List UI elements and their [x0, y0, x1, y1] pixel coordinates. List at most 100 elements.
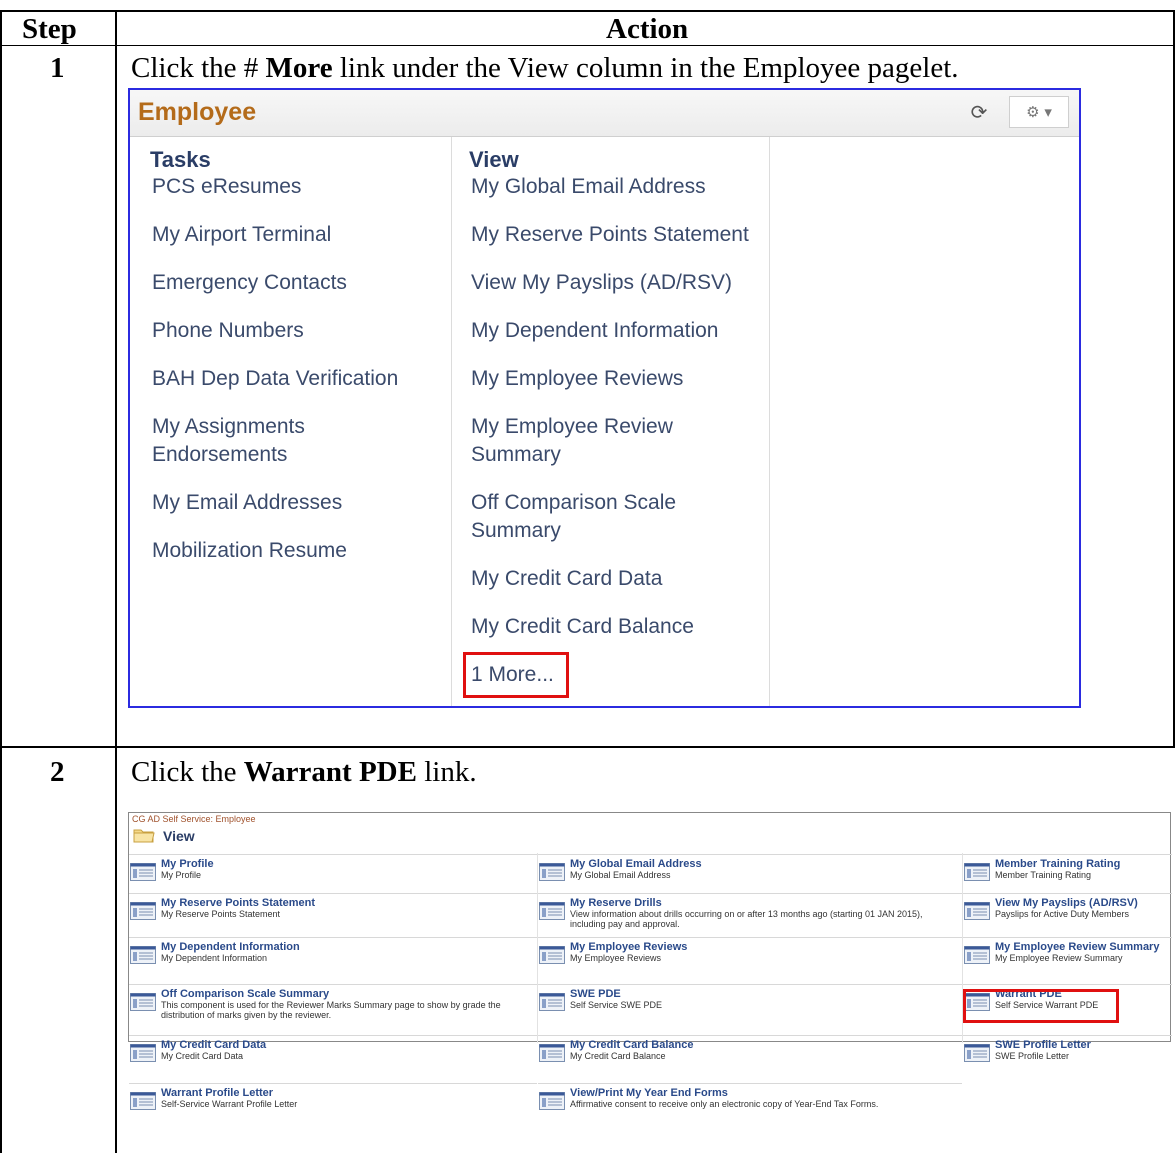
view-item-name[interactable]: My Profile: [161, 858, 214, 870]
task-link[interactable]: My Email Addresses: [152, 489, 442, 517]
refresh-icon[interactable]: ⟳: [967, 100, 991, 124]
view-item-name[interactable]: My Credit Card Data: [161, 1039, 266, 1051]
view-grid-item[interactable]: My Employee Reviews My Employee Reviews: [538, 937, 962, 980]
component-icon: [964, 1044, 990, 1062]
row1-bottom-border: [0, 746, 1175, 748]
gear-menu-icon[interactable]: ⚙ ▾: [1009, 96, 1069, 128]
view-item-name[interactable]: My Reserve Drills: [570, 897, 662, 909]
view-item-desc: My Employee Review Summary: [995, 953, 1123, 963]
view-item-name[interactable]: My Global Email Address: [570, 858, 702, 870]
breadcrumb: CG AD Self Service: Employee: [132, 814, 256, 824]
table-top-border: [0, 10, 1175, 12]
view-grid-item[interactable]: My Dependent Information My Dependent Inf…: [129, 937, 537, 980]
view-grid-item[interactable]: My Credit Card Data My Credit Card Data: [129, 1035, 537, 1079]
task-link[interactable]: BAH Dep Data Verification: [152, 365, 442, 393]
task-link[interactable]: PCS eResumes: [152, 173, 442, 201]
tasks-heading: Tasks: [150, 147, 211, 172]
view-item-name[interactable]: Member Training Rating: [995, 858, 1120, 870]
task-link[interactable]: My Assignments Endorsements: [152, 413, 332, 469]
component-icon: [130, 1092, 156, 1110]
view-grid-item[interactable]: My Reserve Drills View information about …: [538, 893, 962, 933]
view-grid-item[interactable]: SWE PDE Self Service SWE PDE: [538, 984, 962, 1031]
view-item-desc: My Dependent Information: [161, 953, 268, 963]
view-item-desc: My Profile: [161, 870, 202, 880]
header-bottom-border: [0, 45, 1175, 46]
view-link[interactable]: My Credit Card Data: [471, 565, 761, 593]
instruction-2: Click the Warrant PDE link.: [131, 756, 477, 789]
view-heading: View: [469, 147, 519, 172]
view-item-desc: Affirmative consent to receive only an e…: [570, 1099, 879, 1109]
column-separator: [451, 137, 452, 706]
view-page-screenshot: CG AD Self Service: Employee View My Pro…: [128, 812, 1172, 1110]
component-icon: [130, 993, 156, 1011]
view-item-name[interactable]: View My Payslips (AD/RSV): [995, 897, 1138, 909]
view-grid-item[interactable]: My Profile My Profile: [129, 854, 537, 889]
view-link[interactable]: My Reserve Points Statement: [471, 221, 761, 249]
view-item-desc: Self-Service Warrant Profile Letter: [161, 1099, 298, 1109]
view-item-name[interactable]: My Credit Card Balance: [570, 1039, 693, 1051]
view-item-desc: View information about drills occurring …: [570, 909, 923, 929]
task-link[interactable]: Emergency Contacts: [152, 269, 442, 297]
view-link[interactable]: Off Comparison Scale Summary: [471, 489, 701, 545]
component-icon: [964, 902, 990, 920]
column-divider: [115, 10, 117, 1153]
view-link[interactable]: My Credit Card Balance: [471, 613, 761, 641]
view-link[interactable]: My Dependent Information: [471, 317, 761, 345]
task-link[interactable]: Phone Numbers: [152, 317, 442, 345]
instruction-1-post: link under the View column in the Employ…: [332, 52, 959, 84]
view-item-desc: My Credit Card Data: [161, 1051, 244, 1061]
component-icon: [539, 946, 565, 964]
view-grid-item[interactable]: My Credit Card Balance My Credit Card Bal…: [538, 1035, 962, 1079]
view-item-name[interactable]: My Employee Reviews: [570, 941, 687, 953]
component-icon: [130, 946, 156, 964]
view-item-name[interactable]: SWE PDE: [570, 988, 621, 1000]
component-icon: [539, 993, 565, 1011]
view-item-desc: Payslips for Active Duty Members: [995, 909, 1130, 919]
view-page-title: View: [163, 828, 195, 844]
instruction-1-bold: More: [265, 52, 333, 84]
view-link[interactable]: My Global Email Address: [471, 173, 761, 201]
view-item-name[interactable]: SWE Profile Letter: [995, 1039, 1091, 1051]
pagelet-body: Tasks View PCS eResumes My Airport Termi…: [130, 137, 1079, 706]
view-grid-item[interactable]: SWE Profile Letter SWE Profile Letter: [963, 1035, 1172, 1079]
view-item-name[interactable]: My Employee Review Summary: [995, 941, 1159, 953]
table-left-border: [0, 10, 2, 1153]
component-icon: [130, 863, 156, 881]
view-item-desc: My Reserve Points Statement: [161, 909, 281, 919]
folder-icon: [133, 829, 155, 843]
view-grid-item[interactable]: Warrant Profile Letter Self-Service Warra…: [129, 1083, 537, 1110]
more-link-highlight: [463, 652, 569, 698]
view-grid-item[interactable]: Off Comparison Scale Summary This compone…: [129, 984, 537, 1031]
component-icon: [964, 946, 990, 964]
view-grid-item[interactable]: View/Print My Year End Forms Affirmative …: [538, 1083, 962, 1110]
view-grid-item[interactable]: My Reserve Points Statement My Reserve Po…: [129, 893, 537, 933]
view-item-name[interactable]: Warrant Profile Letter: [161, 1087, 273, 1099]
pagelet-header: Employee ⟳ ⚙ ▾: [130, 90, 1079, 137]
view-grid-item[interactable]: My Employee Review Summary My Employee Re…: [963, 937, 1172, 980]
task-link[interactable]: My Airport Terminal: [152, 221, 442, 249]
step-number-2: 2: [50, 756, 65, 788]
component-icon: [130, 902, 156, 920]
component-icon: [539, 863, 565, 881]
instruction-2-bold: Warrant PDE: [243, 756, 417, 788]
view-grid-item[interactable]: View My Payslips (AD/RSV) Payslips for Ac…: [963, 893, 1172, 933]
pagelet-title: Employee: [138, 98, 257, 126]
view-item-name[interactable]: My Dependent Information: [161, 941, 300, 953]
view-grid-item[interactable]: Member Training Rating Member Training Ra…: [963, 854, 1172, 889]
task-link[interactable]: Mobilization Resume: [152, 537, 442, 565]
instruction-1-pre: Click the #: [131, 52, 266, 84]
instruction-2-post: link.: [416, 756, 477, 788]
warrant-pde-highlight: [963, 989, 1119, 1023]
instruction-1: Click the # More link under the View col…: [131, 52, 959, 85]
header-step: Step: [22, 13, 77, 45]
view-item-desc: SWE Profile Letter: [995, 1051, 1070, 1061]
view-item-name[interactable]: My Reserve Points Statement: [161, 897, 315, 909]
component-icon: [539, 1092, 565, 1110]
view-item-desc: My Global Email Address: [570, 870, 671, 880]
view-item-name[interactable]: Off Comparison Scale Summary: [161, 988, 329, 1000]
view-link[interactable]: View My Payslips (AD/RSV): [471, 269, 761, 297]
view-link[interactable]: My Employee Review Summary: [471, 413, 701, 469]
view-item-name[interactable]: View/Print My Year End Forms: [570, 1087, 728, 1099]
view-grid-item[interactable]: My Global Email Address My Global Email A…: [538, 854, 962, 889]
view-link[interactable]: My Employee Reviews: [471, 365, 761, 393]
